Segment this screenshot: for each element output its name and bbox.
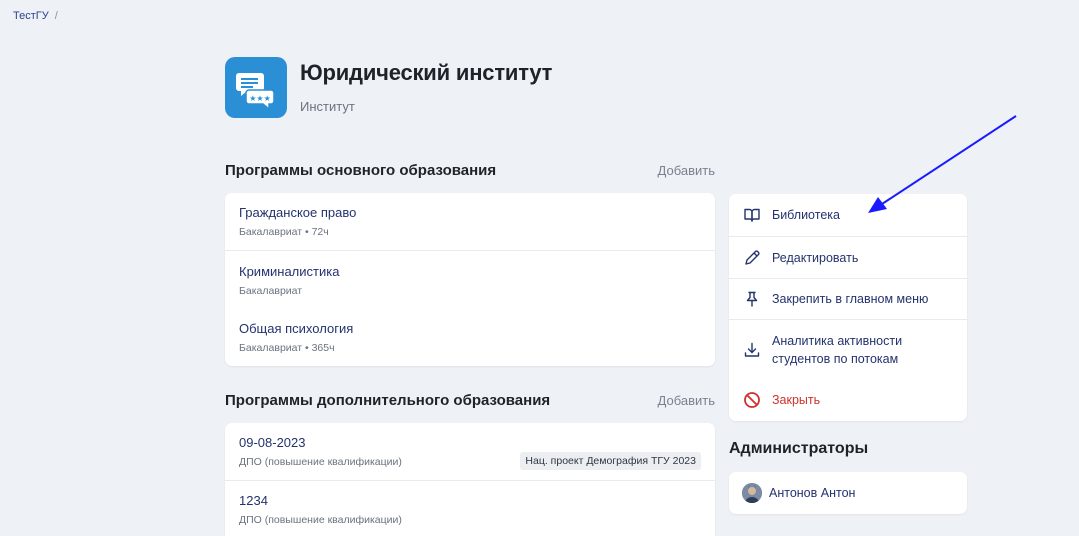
- edit-button[interactable]: Редактировать: [729, 236, 967, 278]
- program-meta: Бакалавриат • 365ч: [239, 342, 335, 354]
- library-button[interactable]: Библиотека: [729, 194, 967, 236]
- breadcrumb-separator: /: [54, 10, 58, 22]
- book-icon: [743, 206, 761, 224]
- pin-to-menu-button[interactable]: Закрепить в главном меню: [729, 278, 967, 319]
- action-label: Редактировать: [772, 250, 859, 265]
- list-item[interactable]: Криминалистика Бакалавриат: [225, 250, 715, 308]
- list-item[interactable]: Гражданское право Бакалавриат • 72ч: [225, 193, 715, 250]
- program-tag-badge: Нац. проект Демография ТГУ 2023: [520, 452, 701, 470]
- forbidden-icon: [743, 391, 761, 409]
- action-label: Закрыть: [772, 393, 821, 407]
- extra-programs-list: 09-08-2023 ДПО (повышение квалификации) …: [225, 423, 715, 536]
- program-name[interactable]: Гражданское право: [239, 205, 701, 220]
- action-label: Аналитика активности студентов по потока…: [772, 333, 903, 366]
- admin-name[interactable]: Антонов Антон: [769, 486, 855, 500]
- extra-programs-title: Программы дополнительного образования: [225, 392, 551, 409]
- program-meta: Бакалавриат • 72ч: [239, 226, 329, 238]
- program-meta: ДПО (повышение квалификации): [239, 514, 402, 526]
- program-name[interactable]: 1234: [239, 493, 701, 508]
- add-main-program-button[interactable]: Добавить: [658, 163, 715, 178]
- actions-menu: Библиотека Редактировать Закрепить в гла…: [729, 194, 967, 421]
- action-label: Библиотека: [772, 208, 840, 222]
- breadcrumb: ТестГУ /: [13, 10, 58, 22]
- program-name[interactable]: Общая психология: [239, 321, 701, 336]
- page-title: Юридический институт: [300, 60, 553, 85]
- download-icon: [743, 341, 761, 359]
- list-item[interactable]: Общая психология Бакалавриат • 365ч: [225, 308, 715, 366]
- page-subtitle: Институт: [300, 99, 355, 114]
- program-meta: Бакалавриат: [239, 285, 303, 297]
- main-programs-header: Программы основного образования Добавить: [225, 162, 715, 179]
- list-item[interactable]: 1234 ДПО (повышение квалификации): [225, 480, 715, 536]
- main-programs-title: Программы основного образования: [225, 162, 497, 179]
- main-programs-list: Гражданское право Бакалавриат • 72ч Крим…: [225, 193, 715, 366]
- admins-title: Администраторы: [729, 440, 869, 457]
- action-label: Закрепить в главном меню: [772, 292, 929, 306]
- program-name[interactable]: Криминалистика: [239, 264, 701, 279]
- admin-item[interactable]: Антонов Антон: [729, 472, 967, 514]
- chat-bubbles-icon: ★★★: [225, 57, 287, 118]
- extra-programs-header: Программы дополнительного образования До…: [225, 392, 715, 409]
- page-header: ★★★ Юридический институт Институт: [225, 57, 552, 118]
- list-item[interactable]: 09-08-2023 ДПО (повышение квалификации) …: [225, 423, 715, 480]
- breadcrumb-root-link[interactable]: ТестГУ: [13, 10, 49, 22]
- pencil-icon: [743, 249, 761, 267]
- add-extra-program-button[interactable]: Добавить: [658, 393, 715, 408]
- avatar: [742, 483, 762, 503]
- analytics-download-button[interactable]: Аналитика активности студентов по потока…: [729, 319, 967, 379]
- program-name[interactable]: 09-08-2023: [239, 435, 701, 450]
- close-button[interactable]: Закрыть: [729, 379, 967, 421]
- svg-text:★★★: ★★★: [249, 94, 271, 103]
- pin-icon: [743, 290, 761, 308]
